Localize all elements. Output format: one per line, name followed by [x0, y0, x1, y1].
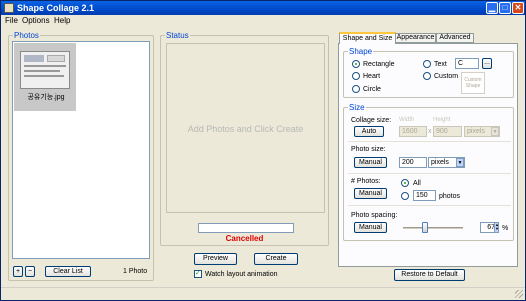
- shape-circle-radio[interactable]: [352, 85, 360, 93]
- close-icon: ✕: [514, 3, 522, 12]
- divider: [348, 141, 511, 142]
- photo-count-label: # Photos:: [351, 178, 381, 185]
- photo-size-label: Photo size:: [351, 146, 386, 153]
- photo-count-all-label: All: [413, 180, 421, 187]
- progress-bar: [198, 223, 294, 233]
- shape-text-radio[interactable]: [423, 60, 431, 68]
- collage-unit-value: pixels: [467, 128, 485, 135]
- collage-width-input[interactable]: 1600: [399, 126, 427, 137]
- status-result: Cancelled: [225, 234, 264, 243]
- photo-spacing-label: Photo spacing:: [351, 212, 398, 219]
- shape-heart-radio[interactable]: [352, 72, 360, 80]
- height-label: Height: [433, 117, 451, 123]
- tab-advanced[interactable]: Advanced: [436, 33, 474, 43]
- photo-count-all-radio[interactable]: [401, 179, 409, 187]
- size-group-label: Size: [348, 103, 366, 112]
- chevron-down-icon: ▼: [491, 127, 499, 136]
- photo-count-number-radio[interactable]: [401, 192, 409, 200]
- photo-size-manual-button[interactable]: Manual: [354, 157, 387, 168]
- photo-spacing-spinner[interactable]: ▲ ▼: [494, 222, 499, 233]
- custom-shape-box[interactable]: Custom Shape: [461, 72, 485, 94]
- photo-spacing-unit: %: [502, 225, 509, 232]
- create-button[interactable]: Create: [254, 253, 298, 265]
- status-message: Add Photos and Click Create: [187, 124, 304, 134]
- font-browse-button[interactable]: ...: [482, 58, 492, 69]
- shape-rectangle-label: Rectangle: [363, 61, 395, 68]
- maximize-icon: □: [502, 3, 508, 12]
- app-icon: [4, 3, 14, 13]
- plus-icon: +: [15, 268, 21, 275]
- photo-spacing-slider-thumb[interactable]: [422, 222, 428, 233]
- minimize-button[interactable]: ▁: [486, 2, 498, 14]
- photo-count-unit: photos: [439, 193, 461, 200]
- photo-thumbnail: [20, 51, 70, 89]
- photo-spacing-slider-track[interactable]: [403, 227, 463, 229]
- shape-group-label: Shape: [348, 47, 374, 56]
- maximize-button[interactable]: □: [499, 2, 511, 14]
- divider: [348, 173, 511, 174]
- tab-shape-and-size[interactable]: Shape and Size: [339, 32, 396, 44]
- window-title: Shape Collage 2.1: [17, 3, 95, 13]
- main-window: Shape Collage 2.1 ▁ □ ✕ File Options Hel…: [0, 0, 526, 301]
- resize-grip-icon[interactable]: [515, 290, 523, 298]
- collage-size-times: x: [428, 128, 432, 135]
- photo-count-manual-button[interactable]: Manual: [354, 188, 387, 199]
- shape-text-input[interactable]: C: [455, 58, 479, 69]
- shape-custom-radio[interactable]: [423, 72, 431, 80]
- custom-shape-line2: Shape: [465, 83, 481, 89]
- photo-size-input[interactable]: 200: [399, 157, 427, 168]
- watch-animation-label: Watch layout animation: [205, 271, 278, 278]
- menu-bar: File Options Help: [1, 15, 525, 26]
- minus-icon: −: [27, 268, 33, 275]
- collage-size-auto-button[interactable]: Auto: [354, 126, 384, 137]
- close-button[interactable]: ✕: [512, 2, 524, 14]
- checkmark-icon: ✓: [195, 270, 201, 277]
- restore-default-button[interactable]: Restore to Default: [394, 269, 465, 281]
- spin-down-icon: ▼: [495, 226, 499, 231]
- photos-group: Photos 공유기능.jpg + − Clear List 1 Photo: [8, 31, 154, 281]
- shape-circle-label: Circle: [363, 86, 381, 93]
- photo-size-unit-value: pixels: [431, 159, 449, 166]
- photos-group-label: Photos: [13, 31, 40, 40]
- add-photo-button[interactable]: +: [13, 266, 23, 277]
- status-bar: [1, 287, 525, 300]
- shape-custom-label: Custom: [434, 73, 459, 80]
- watch-animation-checkbox[interactable]: ✓: [194, 270, 202, 278]
- status-group-label: Status: [165, 31, 190, 40]
- preview-area: Add Photos and Click Create: [166, 43, 325, 213]
- photo-filename: 공유기능.jpg: [27, 94, 65, 101]
- collage-height-input[interactable]: 900: [433, 126, 462, 137]
- title-bar[interactable]: Shape Collage 2.1 ▁ □ ✕: [1, 1, 525, 15]
- clear-list-button[interactable]: Clear List: [45, 266, 91, 277]
- chevron-down-icon: ▼: [456, 158, 464, 167]
- photo-count-input[interactable]: 150: [413, 190, 436, 201]
- photo-count: 1 Photo: [123, 268, 148, 275]
- tab-appearance[interactable]: Appearance: [395, 33, 436, 43]
- photo-list[interactable]: 공유기능.jpg: [12, 41, 150, 259]
- shape-group: Shape Rectangle Heart Circle Text C ... …: [343, 47, 514, 98]
- photo-list-item[interactable]: 공유기능.jpg: [14, 43, 76, 111]
- shape-heart-label: Heart: [363, 73, 381, 80]
- shape-text-label: Text: [434, 61, 447, 68]
- tab-panel: Shape Rectangle Heart Circle Text C ... …: [338, 43, 518, 267]
- menu-options[interactable]: Options: [22, 16, 50, 25]
- menu-file[interactable]: File: [5, 16, 18, 25]
- minimize-icon: ▁: [488, 3, 496, 12]
- size-group: Size Collage size: Width Height Auto 160…: [343, 103, 514, 241]
- shape-rectangle-radio[interactable]: [352, 60, 360, 68]
- menu-help[interactable]: Help: [54, 16, 70, 25]
- width-label: Width: [399, 117, 415, 123]
- photo-spacing-manual-button[interactable]: Manual: [354, 222, 387, 233]
- status-group: Status Add Photos and Click Create Cance…: [160, 31, 329, 246]
- collage-size-label: Collage size:: [351, 117, 392, 124]
- remove-photo-button[interactable]: −: [25, 266, 35, 277]
- preview-button[interactable]: Preview: [194, 253, 237, 265]
- divider: [348, 205, 511, 206]
